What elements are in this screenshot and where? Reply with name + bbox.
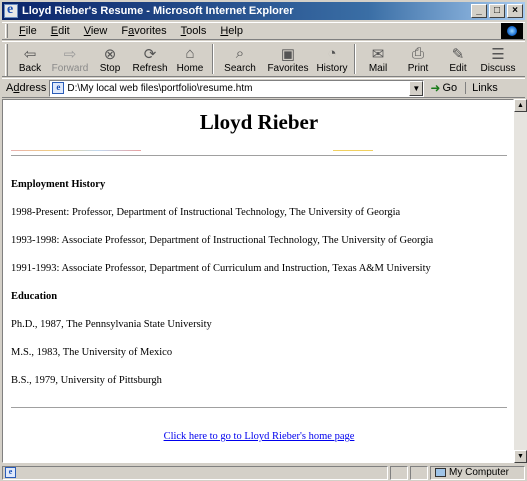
address-dropdown-button[interactable]: ▼ — [409, 80, 424, 96]
favorites-button[interactable]: ▣ Favorites — [264, 44, 312, 76]
mail-button[interactable]: ✉ Mail — [358, 44, 398, 76]
address-input[interactable]: e D:\My local web files\portfolio\resume… — [49, 79, 425, 97]
security-zone: My Computer — [430, 465, 525, 480]
go-arrow-icon: ➜ — [430, 81, 441, 95]
forward-button[interactable]: ⇨ Forward — [50, 44, 90, 76]
menu-file[interactable]: File — [12, 25, 44, 37]
page-content: Lloyd Rieber Employment History 1998-Pre… — [2, 99, 514, 463]
education-entry: Ph.D., 1987, The Pennsylvania State Univ… — [11, 319, 212, 330]
menu-help[interactable]: Help — [213, 25, 250, 37]
address-value: D:\My local web files\portfolio\resume.h… — [67, 82, 253, 94]
browser-window: Lloyd Rieber's Resume - Microsoft Intern… — [0, 0, 527, 481]
toolbar-separator — [212, 44, 214, 74]
scroll-up-button[interactable]: ▲ — [514, 99, 527, 112]
education-heading: Education — [11, 291, 58, 302]
top-divider — [11, 155, 507, 157]
employment-heading: Employment History — [11, 179, 106, 190]
windows-logo-throbber-icon — [501, 23, 523, 39]
employment-entry: 1991-1993: Associate Professor, Departme… — [11, 263, 431, 274]
title-bar: Lloyd Rieber's Resume - Microsoft Intern… — [2, 2, 525, 20]
menu-view[interactable]: View — [77, 25, 115, 37]
status-panel — [390, 465, 408, 480]
status-text-area: e — [2, 465, 388, 480]
home-icon: ⌂ — [185, 45, 195, 62]
forward-arrow-icon: ⇨ — [63, 45, 77, 63]
history-button[interactable]: ◔ History — [312, 44, 352, 76]
refresh-button[interactable]: ⟳ Refresh — [130, 44, 170, 76]
decorative-strip — [11, 150, 141, 151]
menu-favorites[interactable]: Favorites — [114, 25, 173, 37]
status-bar: e My Computer — [2, 465, 525, 480]
print-button[interactable]: ⎙ Print — [398, 44, 438, 76]
links-button[interactable]: Links — [465, 82, 498, 94]
stop-icon: ⊗ — [103, 45, 117, 63]
toolbar-grip[interactable] — [5, 44, 8, 76]
home-page-link[interactable]: Click here to go to Lloyd Rieber's home … — [3, 431, 513, 442]
bottom-divider — [11, 407, 507, 409]
menu-edit[interactable]: Edit — [44, 25, 77, 37]
back-button[interactable]: ⇦ Back — [10, 44, 50, 76]
maximize-button[interactable]: □ — [489, 4, 505, 18]
education-entry: B.S., 1979, University of Pittsburgh — [11, 375, 162, 386]
menu-bar: File Edit View Favorites Tools Help — [2, 22, 525, 40]
decorative-strip — [333, 150, 373, 151]
discuss-icon: ☰ — [491, 45, 505, 63]
menu-grip[interactable] — [5, 24, 8, 38]
back-arrow-icon: ⇦ — [23, 45, 37, 63]
search-button[interactable]: ⌕ Search — [216, 44, 264, 76]
home-button[interactable]: ⌂ Home — [170, 44, 210, 76]
address-bar: Address e D:\My local web files\portfoli… — [2, 78, 525, 98]
page-icon: e — [52, 82, 65, 94]
status-panel — [410, 465, 428, 480]
menu-tools[interactable]: Tools — [174, 25, 214, 37]
discuss-button[interactable]: ☰ Discuss — [478, 44, 518, 76]
history-icon: ◔ — [327, 45, 337, 62]
address-label: Address — [6, 82, 47, 94]
education-entry: M.S., 1983, The University of Mexico — [11, 347, 173, 358]
favorites-folder-icon: ▣ — [280, 45, 296, 63]
page-done-icon: e — [5, 467, 16, 478]
scroll-down-button[interactable]: ▼ — [514, 450, 527, 463]
search-icon: ⌕ — [235, 45, 245, 62]
mail-icon: ✉ — [371, 45, 385, 63]
window-title: Lloyd Rieber's Resume - Microsoft Intern… — [22, 5, 294, 17]
page-heading: Lloyd Rieber — [199, 110, 319, 134]
internet-explorer-icon — [4, 2, 18, 18]
toolbar-separator — [354, 44, 356, 74]
stop-button[interactable]: ⊗ Stop — [90, 44, 130, 76]
printer-icon: ⎙ — [411, 45, 424, 62]
close-button[interactable]: × — [507, 4, 523, 18]
refresh-icon: ⟳ — [143, 45, 157, 63]
edit-button[interactable]: ✎ Edit — [438, 44, 478, 76]
employment-entry: 1993-1998: Associate Professor, Departme… — [11, 235, 434, 246]
minimize-button[interactable]: _ — [471, 4, 487, 18]
vertical-scrollbar[interactable]: ▲ ▼ — [514, 99, 527, 463]
employment-entry: 1998-Present: Professor, Department of I… — [11, 207, 401, 218]
go-button[interactable]: ➜ Go — [430, 81, 457, 95]
my-computer-icon — [435, 468, 446, 477]
edit-icon: ✎ — [451, 45, 465, 63]
standard-toolbar: ⇦ Back ⇨ Forward ⊗ Stop ⟳ Refresh ⌂ Home… — [2, 41, 525, 77]
